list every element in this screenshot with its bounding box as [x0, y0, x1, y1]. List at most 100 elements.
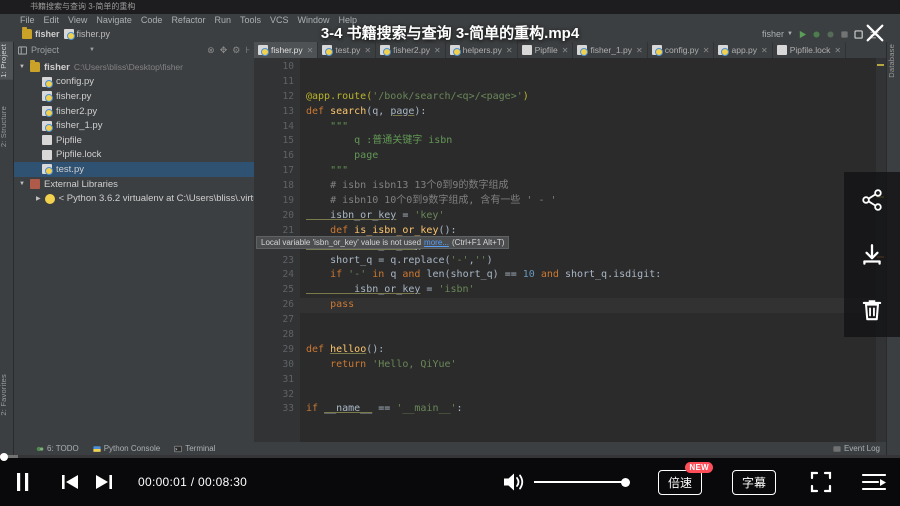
tooltip-more-link[interactable]: more... [424, 237, 449, 248]
tree-label: config.py [56, 76, 95, 88]
tree-label: fisher.py [56, 90, 92, 102]
code-line-18: # isbn isbn13 13个0到9的数字组成 [306, 180, 509, 192]
close-player-button[interactable] [862, 20, 888, 46]
download-button[interactable] [859, 242, 885, 268]
sidebar-tab-structure[interactable]: 2: Structure [0, 104, 13, 149]
current-time: 00:00:01 [138, 475, 188, 489]
next-button[interactable] [94, 473, 114, 491]
player-controls: 00:00:01 / 00:08:30 倍速 NEW 字幕 [0, 452, 900, 506]
project-panel: Project ▼ ⊗ ✥ ⚙ ⊦ ▼ fisher C:\Users\bliss\… [14, 42, 264, 442]
line-number: 16 [282, 150, 294, 162]
tree-item-fisher-py[interactable]: fisher.py [14, 89, 254, 104]
video-title: 3-4 书籍搜索与查询 3-简单的重构.mp4 [320, 25, 580, 42]
line-number: 23 [282, 254, 294, 266]
playlist-icon [862, 473, 886, 491]
status-terminal[interactable]: Terminal [174, 444, 215, 453]
line-number: 14 [282, 120, 294, 132]
line-number: 15 [282, 135, 294, 147]
terminal-icon [174, 445, 183, 452]
tree-label: Pipfile [56, 134, 82, 146]
line-number: 12 [282, 90, 294, 102]
next-icon [96, 475, 112, 489]
line-number: 17 [282, 165, 294, 177]
previous-button[interactable] [60, 473, 80, 491]
tree-item-test-py[interactable]: test.py [14, 162, 254, 177]
close-icon [866, 24, 884, 42]
playlist-button[interactable] [862, 472, 886, 492]
tree-item-python-venv[interactable]: ▶ < Python 3.6.2 virtualenv at C:\Users\b… [14, 191, 264, 206]
total-time: 00:08:30 [198, 475, 248, 489]
code-line-26: pass [300, 298, 886, 314]
line-number: 29 [282, 343, 294, 355]
share-icon [862, 188, 882, 211]
volume-control[interactable] [502, 471, 630, 493]
tree-item-fisher2-py[interactable]: fisher2.py [14, 104, 254, 119]
tree-item-external-libraries[interactable]: ▼ External Libraries [14, 177, 254, 192]
tree-item-fisher-1-py[interactable]: fisher_1.py [14, 118, 254, 133]
status-label: Terminal [185, 444, 216, 453]
text-file-icon [42, 149, 52, 160]
event-log-icon [833, 445, 841, 452]
video-frame[interactable]: 书籍搜索与查询 3-简单的重构 File Edit View Navigate … [0, 0, 900, 455]
status-label: 6: TODO [47, 444, 79, 453]
line-number: 30 [282, 358, 294, 370]
volume-handle[interactable] [620, 477, 630, 487]
desktop-taskbar-title: 书籍搜索与查询 3-简单的重构 [0, 0, 900, 14]
status-event-log[interactable]: Event Log [833, 444, 880, 453]
python-file-icon [42, 164, 53, 176]
volume-slider[interactable] [533, 477, 630, 487]
video-player: 书籍搜索与查询 3-简单的重构 File Edit View Navigate … [0, 0, 900, 506]
ide-status-bar: 6: TODO Python Console Terminal Event Lo… [14, 442, 886, 455]
tree-item-pipfile-lock[interactable]: Pipfile.lock [14, 148, 254, 163]
pause-button[interactable] [14, 472, 32, 492]
tree-label: fisher_1.py [56, 120, 103, 132]
code-line-15: q :普通关键字 isbn [306, 135, 453, 147]
playback-speed-button[interactable]: 倍速 NEW [657, 461, 713, 495]
tree-label: test.py [56, 163, 84, 175]
project-tree[interactable]: ▼ fisher C:\Users\bliss\Desktop\fisher con… [14, 58, 264, 206]
chevron-collapsed-icon[interactable]: ▶ [36, 195, 41, 202]
line-number: 32 [282, 388, 294, 400]
inspection-tooltip: Local variable 'isbn_or_key' value is no… [256, 236, 510, 249]
share-button[interactable] [859, 187, 885, 213]
line-number: 26 [282, 299, 294, 311]
code-text-area[interactable]: @app.route('/book/search/<q>/<page>') de… [300, 58, 886, 442]
subtitle-button[interactable]: 字幕 [731, 469, 776, 495]
code-line-24: if '-' in q and len(short_q) == 10 and s… [306, 269, 662, 281]
status-todo[interactable]: 6: TODO [36, 444, 79, 453]
status-python-console[interactable]: Python Console [93, 444, 160, 453]
code-editor[interactable]: 10 11 12 13 14 15 16 17 18 19 20 21 22 2… [254, 58, 886, 442]
chevron-expanded-icon[interactable]: ▼ [18, 64, 26, 70]
playback-speed-label: 倍速 [667, 475, 692, 490]
line-number: 11 [282, 75, 294, 87]
tree-item-config-py[interactable]: config.py [14, 75, 254, 90]
tree-item-pipfile[interactable]: Pipfile [14, 133, 254, 148]
pause-icon [17, 473, 29, 491]
volume-icon[interactable] [502, 471, 526, 493]
new-badge: NEW [685, 461, 713, 473]
fullscreen-button[interactable] [810, 471, 832, 493]
code-line-13: def search(q, page): [306, 105, 427, 117]
action-rail [844, 172, 900, 337]
line-number: 25 [282, 284, 294, 296]
line-number: 13 [282, 105, 294, 117]
status-label: Python Console [103, 444, 161, 453]
folder-icon [30, 60, 40, 73]
tree-item-fisher[interactable]: ▼ fisher C:\Users\bliss\Desktop\fisher [14, 60, 254, 75]
tree-label: fisher2.py [56, 105, 98, 117]
code-line-19: # isbn10 10个0到9数字组成, 含有一些 ' - ' [306, 195, 557, 207]
left-tool-strip: 1: Project 2: Structure 2: Favorites [0, 42, 14, 455]
chevron-expanded-icon[interactable]: ▼ [18, 181, 26, 187]
code-line-20: isbn_or_key = 'key' [306, 209, 445, 221]
tree-label: < Python 3.6.2 virtualenv at C:\Users\bl… [58, 193, 264, 205]
delete-button[interactable] [859, 297, 885, 323]
code-line-29: def helloo(): [306, 343, 385, 355]
tooltip-message: Local variable 'isbn_or_key' value is no… [261, 238, 422, 247]
sidebar-tab-favorites[interactable]: 2: Favorites [0, 372, 13, 418]
library-icon [30, 179, 40, 190]
